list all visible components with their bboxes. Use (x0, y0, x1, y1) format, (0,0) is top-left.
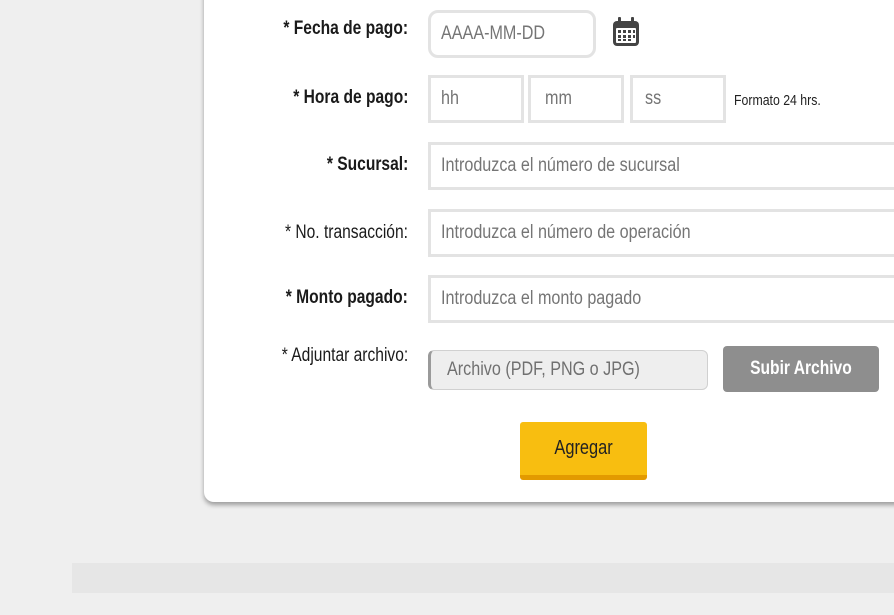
hora-hh-input[interactable]: hh (428, 75, 524, 123)
transaccion-placeholder: Introduzca el número de operación (441, 222, 691, 243)
subir-archivo-label: Subir Archivo (750, 358, 852, 379)
hora-ss-placeholder: ss (645, 88, 662, 109)
hora-pago-label: * Hora de pago: (292, 87, 408, 108)
archivo-field[interactable]: Archivo (PDF, PNG o JPG) (428, 350, 708, 390)
monto-placeholder: Introduzca el monto pagado (441, 288, 642, 309)
fecha-pago-placeholder: AAAA-MM-DD (441, 23, 546, 44)
archivo-label: * Adjuntar archivo: (281, 345, 408, 366)
hora-ss-input[interactable]: ss (630, 75, 726, 123)
monto-label: * Monto pagado: (285, 287, 408, 308)
calendar-icon[interactable] (612, 17, 640, 47)
hora-hh-placeholder: hh (441, 88, 459, 109)
sucursal-input[interactable]: Introduzca el número de sucursal (428, 142, 894, 190)
sucursal-placeholder: Introduzca el número de sucursal (441, 155, 680, 176)
fecha-pago-label: * Fecha de pago: (283, 18, 408, 39)
agregar-label: Agregar (554, 437, 613, 459)
sucursal-label: * Sucursal: (326, 154, 408, 175)
fecha-pago-input[interactable]: AAAA-MM-DD (428, 10, 596, 58)
hora-mm-placeholder: mm (545, 88, 572, 109)
footer-bar (72, 563, 894, 593)
transaccion-label: * No. transacción: (285, 222, 408, 243)
formato-24-note: Formato 24 hrs. (734, 92, 821, 109)
archivo-placeholder: Archivo (PDF, PNG o JPG) (447, 359, 640, 380)
agregar-button[interactable]: Agregar (520, 422, 647, 480)
subir-archivo-button[interactable]: Subir Archivo (723, 346, 879, 392)
monto-input[interactable]: Introduzca el monto pagado (428, 275, 894, 323)
hora-mm-input[interactable]: mm (528, 75, 624, 123)
transaccion-input[interactable]: Introduzca el número de operación (428, 209, 894, 257)
